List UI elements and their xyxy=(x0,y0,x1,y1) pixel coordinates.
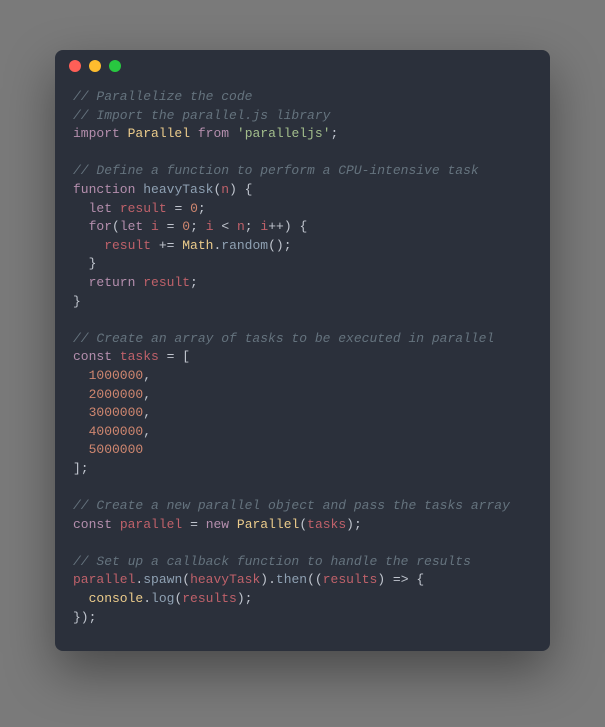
op: = xyxy=(174,201,182,216)
function-call: then xyxy=(276,572,307,587)
punct: . xyxy=(143,591,151,606)
identifier: results xyxy=(182,591,237,606)
punct: ( xyxy=(112,219,120,234)
string: 'paralleljs' xyxy=(237,126,331,141)
op: ++ xyxy=(268,219,284,234)
punct: ; xyxy=(190,219,198,234)
punct: ). xyxy=(260,572,276,587)
punct: (( xyxy=(307,572,323,587)
function-call: random xyxy=(221,238,268,253)
punct: ; xyxy=(190,275,198,290)
keyword: let xyxy=(73,201,112,216)
comment: // Create an array of tasks to be execut… xyxy=(73,331,494,346)
function-name: heavyTask xyxy=(143,182,213,197)
identifier: parallel xyxy=(120,517,182,532)
keyword: new xyxy=(206,517,229,532)
op: = xyxy=(167,219,175,234)
builtin: console xyxy=(73,591,143,606)
keyword: from xyxy=(198,126,229,141)
comment: // Define a function to perform a CPU-in… xyxy=(73,163,479,178)
punct: }); xyxy=(73,610,96,625)
keyword: function xyxy=(73,182,135,197)
keyword: let xyxy=(120,219,143,234)
keyword: for xyxy=(73,219,112,234)
comment: // Create a new parallel object and pass… xyxy=(73,498,510,513)
punct: , xyxy=(143,387,151,402)
minimize-icon[interactable] xyxy=(89,60,101,72)
punct: ); xyxy=(237,591,253,606)
keyword: const xyxy=(73,517,112,532)
punct: } xyxy=(73,294,81,309)
identifier: i xyxy=(151,219,159,234)
identifier: parallel xyxy=(73,572,135,587)
identifier: i xyxy=(206,219,214,234)
code-block: // Parallelize the code // Import the pa… xyxy=(55,82,550,651)
number: 5000000 xyxy=(73,442,143,457)
identifier: result xyxy=(73,238,151,253)
function-call: spawn xyxy=(143,572,182,587)
punct: ) => { xyxy=(377,572,424,587)
number: 1000000 xyxy=(73,368,143,383)
punct: ]; xyxy=(73,461,89,476)
punct: , xyxy=(143,424,151,439)
punct: ; xyxy=(198,201,206,216)
param: results xyxy=(323,572,378,587)
punct: = [ xyxy=(167,349,190,364)
punct: ; xyxy=(331,126,339,141)
identifier: Parallel xyxy=(128,126,190,141)
op: < xyxy=(221,219,229,234)
comment: // Set up a callback function to handle … xyxy=(73,554,471,569)
keyword: const xyxy=(73,349,112,364)
builtin: Math xyxy=(182,238,213,253)
punct: ; xyxy=(245,219,253,234)
identifier: tasks xyxy=(307,517,346,532)
window-titlebar xyxy=(55,50,550,82)
punct: , xyxy=(143,405,151,420)
identifier: result xyxy=(120,201,167,216)
comment: // Import the parallel.js library xyxy=(73,108,330,123)
number: 3000000 xyxy=(73,405,143,420)
identifier: heavyTask xyxy=(190,572,260,587)
function-call: log xyxy=(151,591,174,606)
punct: ( xyxy=(182,572,190,587)
class-name: Parallel xyxy=(237,517,299,532)
identifier: tasks xyxy=(120,349,159,364)
punct: ); xyxy=(346,517,362,532)
number: 4000000 xyxy=(73,424,143,439)
number: 0 xyxy=(190,201,198,216)
comment: // Parallelize the code xyxy=(73,89,252,104)
punct: ) { xyxy=(229,182,252,197)
op: += xyxy=(159,238,175,253)
identifier: n xyxy=(237,219,245,234)
keyword: import xyxy=(73,126,120,141)
keyword: return xyxy=(73,275,135,290)
punct: } xyxy=(73,256,96,271)
punct: (); xyxy=(268,238,291,253)
maximize-icon[interactable] xyxy=(109,60,121,72)
punct: , xyxy=(143,368,151,383)
number: 0 xyxy=(182,219,190,234)
punct: ( xyxy=(299,517,307,532)
number: 2000000 xyxy=(73,387,143,402)
param: n xyxy=(221,182,229,197)
code-window: // Parallelize the code // Import the pa… xyxy=(55,50,550,651)
close-icon[interactable] xyxy=(69,60,81,72)
punct: ) { xyxy=(284,219,307,234)
op: = xyxy=(190,517,198,532)
identifier: result xyxy=(143,275,190,290)
